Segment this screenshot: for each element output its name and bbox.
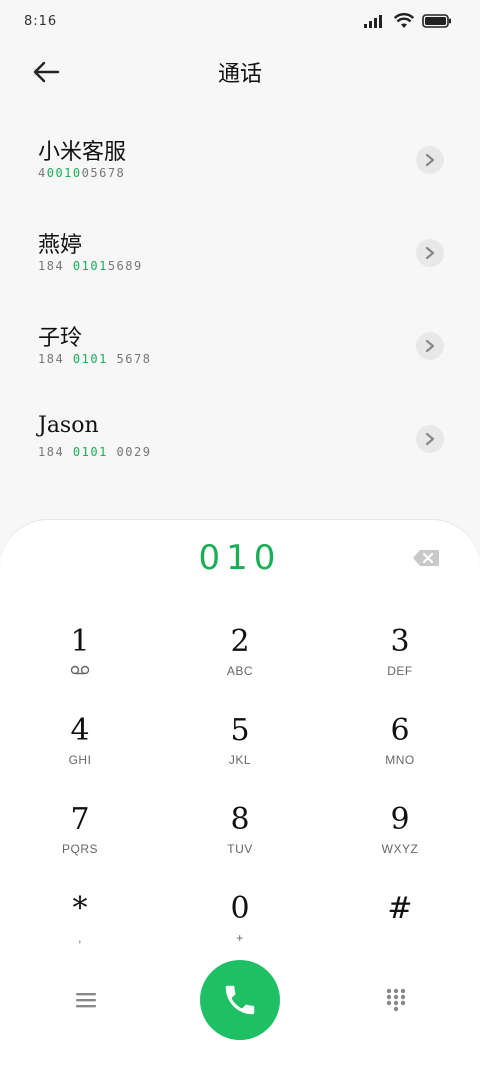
- contact-detail-button[interactable]: [416, 146, 444, 174]
- phone-icon: [225, 985, 255, 1015]
- key-1[interactable]: 1: [0, 616, 160, 704]
- key-digit: 9: [390, 802, 410, 837]
- page-title: 通话: [217, 62, 262, 87]
- status-icons: [364, 13, 452, 29]
- number-part: 4: [38, 166, 47, 180]
- dialpad-toggle-button[interactable]: [382, 986, 410, 1014]
- contact-number: 184 01015689: [38, 259, 143, 273]
- contact-number: 4001005678: [38, 166, 125, 180]
- dialed-number: 010: [198, 538, 282, 578]
- key-digit: *: [72, 891, 88, 926]
- battery-icon: [422, 14, 452, 28]
- key-8[interactable]: 8 TUV: [160, 794, 320, 882]
- chevron-right-icon: [425, 153, 435, 167]
- signal-icon: [364, 14, 386, 28]
- number-match: 0101: [72, 259, 108, 273]
- backspace-button[interactable]: [412, 548, 440, 568]
- key-digit: 1: [70, 624, 90, 659]
- key-letters: DEF: [387, 664, 413, 678]
- chevron-right-icon: [425, 246, 435, 260]
- contact-item[interactable]: 子玲 184 0101 5678: [0, 296, 480, 388]
- number-part: 0029: [107, 445, 152, 459]
- key-digit: 4: [70, 713, 90, 748]
- key-0[interactable]: 0 +: [160, 883, 320, 971]
- key-letters: WXYZ: [381, 842, 419, 856]
- key-letters: +: [236, 931, 244, 945]
- key-digit: 8: [230, 802, 250, 837]
- number-match: 0010: [46, 166, 82, 180]
- contact-name: 子玲: [38, 326, 83, 351]
- key-digit: 2: [230, 624, 250, 659]
- key-letters: ,: [78, 931, 82, 945]
- number-part: 184: [38, 259, 73, 273]
- number-match: 0101: [72, 445, 108, 459]
- status-bar: 8:16: [0, 0, 480, 44]
- contact-detail-button[interactable]: [416, 239, 444, 267]
- dialer-sheet: 010 1 2 ABC 3 DEF 4 GHI 5 JKL 6 MNO 7 PQ…: [0, 520, 480, 1066]
- key-2[interactable]: 2 ABC: [160, 616, 320, 704]
- contact-name: 小米客服: [38, 140, 127, 165]
- voicemail-icon: [0, 664, 160, 678]
- call-button[interactable]: [200, 960, 280, 1040]
- menu-button[interactable]: [72, 986, 100, 1014]
- key-letters: PQRS: [61, 842, 98, 856]
- contact-item[interactable]: 小米客服 4001005678: [0, 110, 480, 202]
- dialpad-icon: [386, 988, 406, 1012]
- key-hash[interactable]: #: [320, 883, 480, 971]
- key-digit: 3: [390, 624, 410, 659]
- key-3[interactable]: 3 DEF: [320, 616, 480, 704]
- key-star[interactable]: * ,: [0, 883, 160, 971]
- contact-number: 184 0101 0029: [38, 445, 151, 459]
- key-6[interactable]: 6 MNO: [320, 705, 480, 793]
- key-letters: JKL: [228, 753, 252, 767]
- number-part: 5678: [107, 352, 152, 366]
- chevron-right-icon: [425, 432, 435, 446]
- key-letters: ABC: [226, 664, 254, 678]
- key-letters: MNO: [385, 753, 415, 767]
- key-5[interactable]: 5 JKL: [160, 705, 320, 793]
- key-digit: 0: [230, 891, 250, 926]
- key-digit: #: [387, 891, 413, 926]
- status-time: 8:16: [24, 14, 58, 29]
- number-match: 0101: [72, 352, 108, 366]
- key-letters: TUV: [227, 842, 253, 856]
- contact-number: 184 0101 5678: [38, 352, 151, 366]
- key-9[interactable]: 9 WXYZ: [320, 794, 480, 882]
- contact-detail-button[interactable]: [416, 332, 444, 360]
- contact-name: 燕婷: [38, 233, 83, 258]
- number-part: 184: [38, 352, 73, 366]
- number-part: 05678: [81, 166, 126, 180]
- number-part: 5689: [107, 259, 143, 273]
- key-digit: 6: [390, 713, 410, 748]
- header: 通话: [0, 44, 480, 100]
- key-7[interactable]: 7 PQRS: [0, 794, 160, 882]
- contact-item[interactable]: Jason 184 0101 0029: [0, 389, 480, 481]
- key-digit: 5: [230, 713, 250, 748]
- key-4[interactable]: 4 GHI: [0, 705, 160, 793]
- dialer-actions: [0, 960, 480, 1050]
- menu-icon: [76, 993, 96, 1008]
- number-part: 184: [38, 445, 73, 459]
- wifi-icon: [394, 13, 414, 29]
- contact-item[interactable]: 燕婷 184 01015689: [0, 203, 480, 295]
- contact-name: Jason: [38, 413, 99, 438]
- key-letters: GHI: [68, 753, 92, 767]
- backspace-icon: [413, 550, 439, 566]
- chevron-right-icon: [425, 339, 435, 353]
- key-digit: 7: [70, 802, 90, 837]
- contact-detail-button[interactable]: [416, 425, 444, 453]
